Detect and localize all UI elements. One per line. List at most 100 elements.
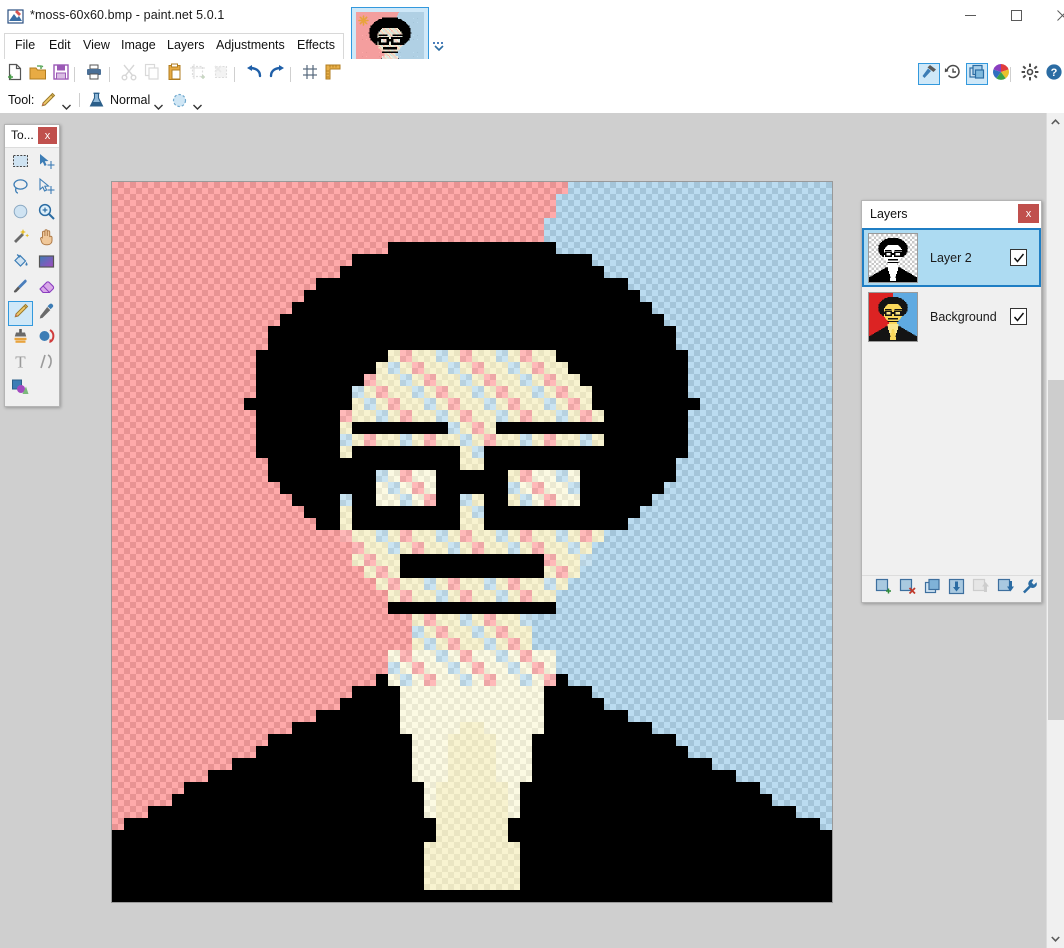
layers-panel-titlebar[interactable]: Layers x [862, 201, 1041, 229]
menu-item-file[interactable]: File [15, 38, 35, 56]
line-curve-tool[interactable] [34, 351, 59, 376]
text-tool[interactable]: T [8, 351, 33, 376]
rulers-toggle-button[interactable] [322, 63, 344, 85]
image-canvas[interactable] [112, 182, 832, 902]
merge-layer-down-button[interactable] [945, 578, 967, 600]
magnifier-icon [37, 202, 56, 226]
shapes-tool[interactable] [8, 376, 33, 401]
close-button[interactable] [1039, 0, 1064, 31]
add-layer-button[interactable] [872, 578, 894, 600]
gradient-tool[interactable] [34, 251, 59, 276]
help-button[interactable]: ? [1043, 63, 1064, 85]
eraser-tool[interactable] [34, 276, 59, 301]
tools-palette-close-button[interactable]: x [38, 127, 57, 144]
delete-layer-button[interactable] [896, 578, 918, 600]
vertical-scrollbar[interactable] [1046, 113, 1064, 948]
open-image-button[interactable] [27, 63, 49, 85]
color-picker-tool[interactable] [34, 301, 59, 326]
move-layer-down-button[interactable] [994, 578, 1016, 600]
redo-arrow-icon [267, 62, 287, 87]
layer-row[interactable]: Layer 2 [862, 228, 1041, 287]
layer-visibility-checkbox[interactable] [1010, 249, 1027, 266]
pencil-icon[interactable] [38, 91, 57, 110]
grid-toggle-button[interactable] [299, 63, 321, 85]
paintbrush-tool[interactable] [8, 276, 33, 301]
undo-arrow-icon [244, 62, 264, 87]
tools-palette-titlebar[interactable]: To... x [5, 125, 59, 148]
tool-options-separator [79, 93, 80, 107]
history-window-button[interactable] [942, 63, 964, 85]
tools-window-button[interactable] [918, 63, 940, 85]
menu-item-layers[interactable]: Layers [167, 38, 205, 56]
paint-bucket-tool[interactable] [8, 251, 33, 276]
minimize-button[interactable] [947, 0, 993, 31]
tab-dropdown-chevron-icon[interactable] [432, 40, 446, 52]
ellipse-select-icon [11, 202, 30, 226]
print-button[interactable] [83, 63, 105, 85]
clone-stamp-icon [11, 327, 30, 351]
layer-move-up-icon [972, 578, 990, 600]
window-title: *moss-60x60.bmp - paint.net 5.0.1 [30, 8, 225, 22]
menu-item-adjustments[interactable]: Adjustments [216, 38, 285, 56]
magic-wand-icon [11, 227, 30, 251]
move-selected-tool[interactable] [34, 151, 59, 176]
undo-button[interactable] [243, 63, 265, 85]
crop-icon [188, 62, 208, 87]
settings-button[interactable] [1019, 63, 1041, 85]
ruler-icon [323, 62, 343, 87]
menu-item-image[interactable]: Image [121, 38, 156, 56]
layer-delete-icon [899, 578, 916, 600]
copy-button [141, 63, 163, 85]
question-help-icon: ? [1045, 63, 1063, 86]
scroll-up-arrow-icon[interactable] [1047, 113, 1064, 131]
move-selection-tool[interactable] [34, 176, 59, 201]
menu-item-view[interactable]: View [83, 38, 110, 56]
tool-options-label: Tool: [8, 93, 35, 107]
layers-list[interactable]: Layer 2 Background [862, 228, 1041, 576]
magic-wand-tool[interactable] [8, 226, 33, 251]
recolor-tool[interactable] [34, 326, 59, 351]
antialiasing-icon[interactable] [170, 91, 189, 110]
zoom-tool[interactable] [34, 201, 59, 226]
image-canvas-container[interactable] [111, 181, 833, 903]
scissors-icon [119, 62, 139, 87]
new-image-button[interactable] [4, 63, 26, 85]
menu-item-effects[interactable]: Effects [297, 38, 335, 56]
clone-stamp-tool[interactable] [8, 326, 33, 351]
duplicate-layer-button[interactable] [921, 578, 943, 600]
ellipse-select-tool[interactable] [8, 201, 33, 226]
background-thumbnail [868, 291, 918, 342]
scroll-down-arrow-icon[interactable] [1047, 930, 1064, 948]
tool-dropdown-caret-icon[interactable] [62, 97, 71, 110]
maximize-button[interactable] [993, 0, 1039, 31]
save-image-button[interactable] [50, 63, 72, 85]
layer-properties-button[interactable] [1019, 578, 1041, 600]
redo-button[interactable] [266, 63, 288, 85]
color-wheel-icon [992, 63, 1010, 86]
flask-icon[interactable] [87, 91, 106, 110]
menu-item-edit[interactable]: Edit [49, 38, 71, 56]
layers-window-button[interactable] [966, 63, 988, 85]
antialiasing-caret-icon[interactable] [193, 97, 202, 110]
tools-palette-window[interactable]: To... x T [4, 124, 60, 407]
layer-merge-down-icon [948, 578, 965, 600]
toolbar-separator [74, 67, 75, 82]
vertical-scroll-thumb[interactable] [1048, 380, 1064, 720]
blend-mode-caret-icon[interactable] [154, 97, 163, 110]
rectangle-select-tool[interactable] [8, 151, 33, 176]
layers-panel-close-button[interactable]: x [1018, 204, 1039, 223]
eyedropper-icon [37, 302, 56, 326]
hammer-icon [920, 63, 938, 86]
colors-window-button[interactable] [990, 63, 1012, 85]
pan-tool[interactable] [34, 226, 59, 251]
layer-visibility-checkbox[interactable] [1010, 308, 1027, 325]
layers-panel-window[interactable]: Layers x Layer 2 Background [861, 200, 1042, 603]
move-cursor-icon [37, 152, 56, 176]
paste-button[interactable] [164, 63, 186, 85]
gradient-icon [37, 252, 56, 276]
layer-row[interactable]: Background [862, 287, 1041, 346]
eraser-icon [37, 277, 56, 301]
printer-icon [84, 62, 104, 87]
lasso-select-tool[interactable] [8, 176, 33, 201]
pencil-tool[interactable] [8, 301, 33, 326]
